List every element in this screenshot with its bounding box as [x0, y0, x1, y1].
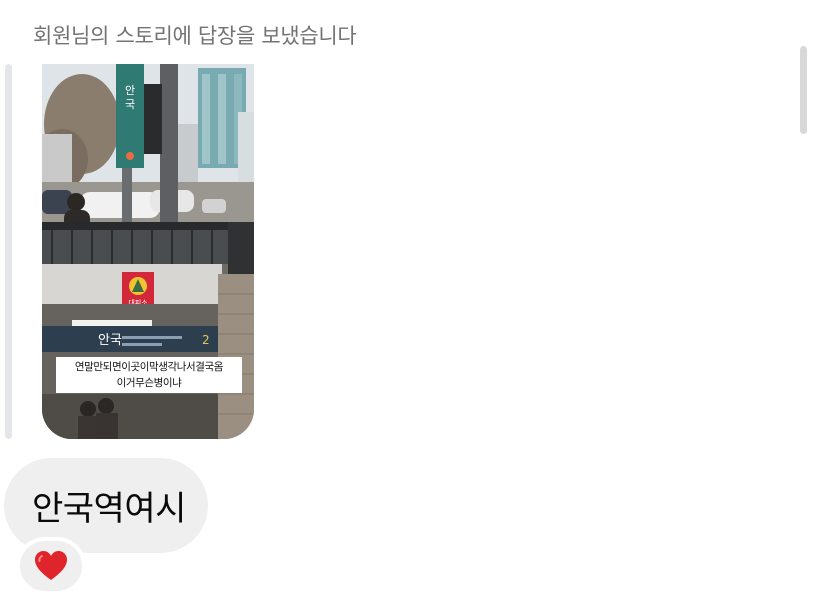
reaction-badge[interactable] [16, 537, 86, 595]
svg-text:2: 2 [202, 333, 210, 347]
station-pillar-text: 안 [125, 84, 135, 97]
scrollbar-thumb[interactable] [800, 46, 807, 134]
story-caption-line-1: 연말만되면이곳이막생각나서결국옴 [74, 361, 224, 373]
story-caption-line-2: 이거무슨병이냐 [116, 377, 182, 389]
station-name-sign: 안국 [98, 333, 122, 348]
story-reply-quote-bar [5, 64, 12, 439]
heart-icon [35, 551, 67, 580]
message-text: 안국역여시 [32, 489, 186, 529]
dm-thread: 회원님의 스토리에 답장을 보냈습니다 안 국 대피소 안국 2 연말만되면이곳… [0, 0, 814, 605]
svg-text:국: 국 [125, 98, 135, 111]
story-reply-notice: 회원님의 스토리에 답장을 보냈습니다 [33, 24, 357, 48]
story-caption: 연말만되면이곳이막생각나서결국옴 이거무슨병이냐 [56, 357, 242, 393]
story-thumbnail[interactable]: 안 국 대피소 안국 2 연말만되면이곳이막생각나서결국옴 이거무슨병이냐 [42, 64, 254, 439]
